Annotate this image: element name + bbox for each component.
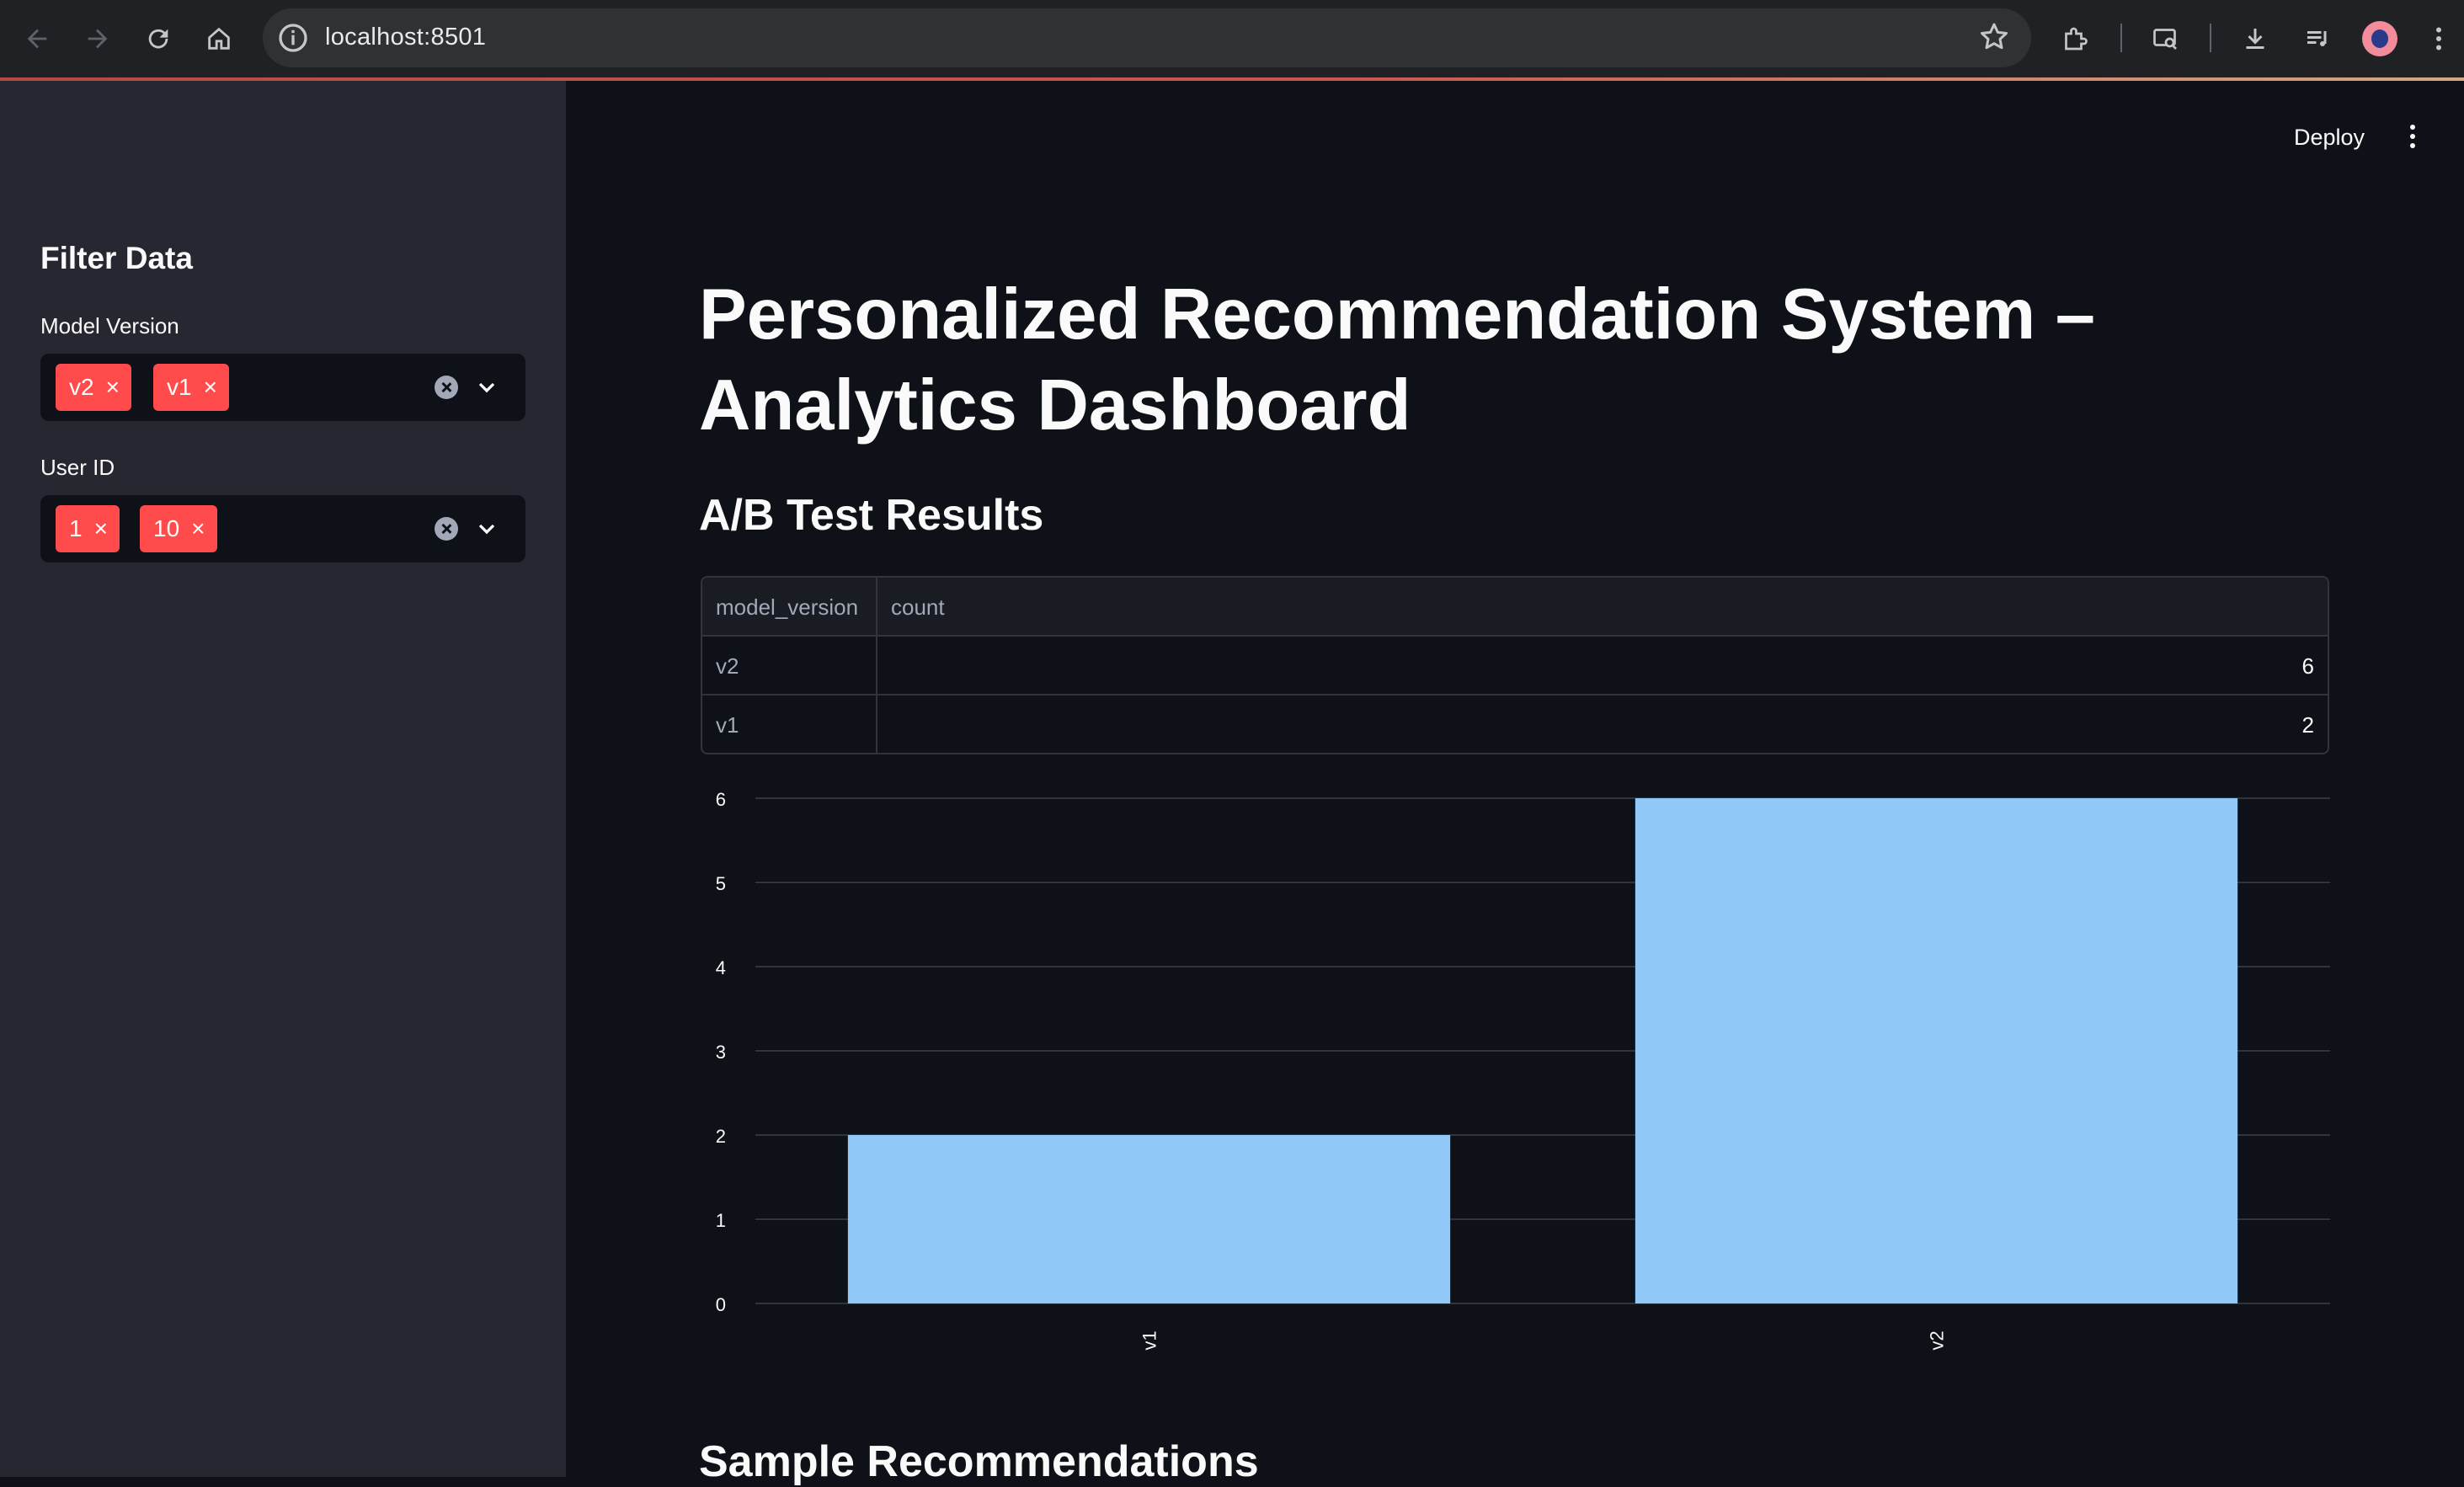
download-icon[interactable] <box>2235 19 2275 59</box>
toolbar-divider <box>2210 24 2211 52</box>
table-index-cell[interactable]: v2 <box>702 637 877 696</box>
forward-icon[interactable] <box>77 19 118 59</box>
model-version-multiselect[interactable]: v2 × v1 × <box>40 354 525 421</box>
model-version-chip[interactable]: v1 × <box>153 364 229 411</box>
screen-search-icon[interactable] <box>2146 19 2186 59</box>
ab-test-heading: A/B Test Results <box>699 491 1044 540</box>
column-header[interactable]: count <box>877 578 2328 637</box>
chevron-down-icon[interactable] <box>473 515 500 542</box>
column-header[interactable]: model_version <box>702 578 877 637</box>
clear-all-icon[interactable] <box>435 517 458 541</box>
toolbar-divider <box>2120 24 2122 52</box>
user-id-multiselect[interactable]: 1 × 10 × <box>40 495 525 562</box>
chip-label: v1 <box>167 374 192 400</box>
ab-bar-chart[interactable]: 0 1 2 3 4 5 6 v1 v2 <box>701 783 2334 1372</box>
user-id-chip[interactable]: 10 × <box>140 505 217 552</box>
chip-label: 1 <box>69 515 83 541</box>
chip-label: v2 <box>69 374 94 400</box>
page-title: Personalized Recommendation System – Ana… <box>699 274 2096 445</box>
y-tick-label: 2 <box>716 1126 726 1147</box>
table-cell[interactable]: 6 <box>877 637 2328 696</box>
chip-remove-icon[interactable]: × <box>94 517 108 541</box>
bar[interactable] <box>1635 798 2238 1303</box>
deploy-button[interactable]: Deploy <box>2294 125 2365 151</box>
main-menu-icon[interactable] <box>2407 125 2419 152</box>
y-tick-label: 3 <box>716 1042 726 1063</box>
ab-results-table[interactable]: model_version count v2 6 v1 2 <box>701 576 2329 754</box>
table-row: v2 6 <box>702 637 2328 696</box>
bookmark-star-icon[interactable] <box>1977 20 2011 54</box>
y-tick-label: 4 <box>716 957 726 978</box>
media-queue-icon[interactable] <box>2297 19 2338 59</box>
home-icon[interactable] <box>199 19 239 59</box>
model-version-chip[interactable]: v2 × <box>56 364 131 411</box>
user-id-chip[interactable]: 1 × <box>56 505 120 552</box>
y-tick-label: 0 <box>716 1294 726 1315</box>
sample-recommendations-heading: Sample Recommendations <box>699 1437 1259 1486</box>
y-tick-label: 6 <box>716 789 726 810</box>
x-tick-label: v2 <box>1927 1330 1948 1350</box>
profile-avatar-icon[interactable] <box>2362 21 2397 56</box>
address-bar[interactable]: localhost:8501 <box>263 8 2031 67</box>
table-index-cell[interactable]: v1 <box>702 696 877 753</box>
sidebar: Filter Data Model Version v2 × v1 × User… <box>0 81 566 1477</box>
url-text[interactable]: localhost:8501 <box>325 24 486 51</box>
table-row: v1 2 <box>702 696 2328 753</box>
y-tick-label: 5 <box>716 873 726 894</box>
bar[interactable] <box>847 1135 1451 1303</box>
chevron-down-icon[interactable] <box>473 374 500 401</box>
chip-label: 10 <box>153 515 180 541</box>
table-header-row: model_version count <box>702 578 2328 637</box>
browser-toolbar: localhost:8501 <box>0 0 2464 77</box>
site-info-icon[interactable] <box>276 21 310 55</box>
model-version-label: Model Version <box>40 313 179 338</box>
extensions-icon[interactable] <box>2055 19 2095 59</box>
reload-icon[interactable] <box>138 19 179 59</box>
x-tick-label: v1 <box>1139 1330 1160 1350</box>
chip-remove-icon[interactable]: × <box>106 376 120 399</box>
sidebar-title: Filter Data <box>40 241 193 275</box>
table-cell[interactable]: 2 <box>877 696 2328 753</box>
back-icon[interactable] <box>17 19 57 59</box>
clear-all-icon[interactable] <box>435 376 458 399</box>
browser-menu-icon[interactable] <box>2419 19 2459 59</box>
chip-remove-icon[interactable]: × <box>204 376 217 399</box>
y-tick-label: 1 <box>716 1210 726 1231</box>
user-id-label: User ID <box>40 455 115 480</box>
chip-remove-icon[interactable]: × <box>191 517 205 541</box>
